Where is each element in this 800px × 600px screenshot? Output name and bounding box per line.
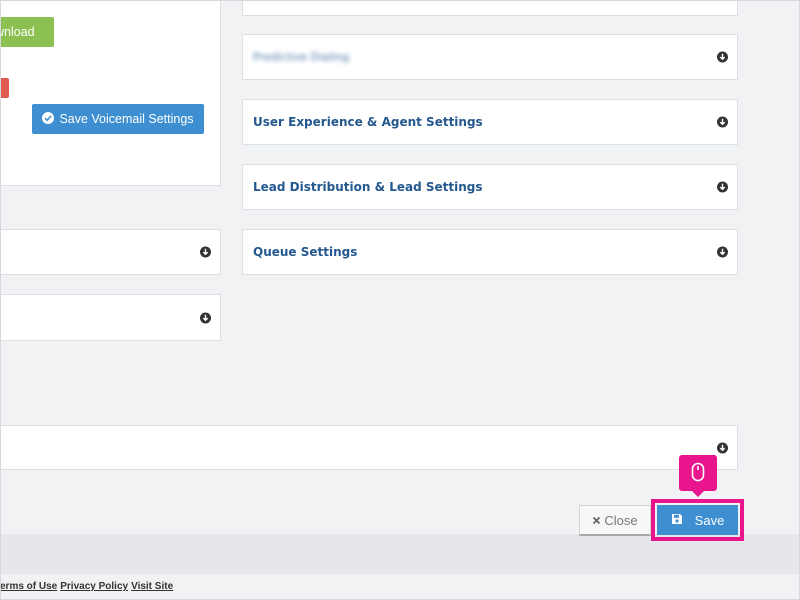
lead-distribution-panel[interactable]: Lead Distribution & Lead Settings (242, 164, 738, 210)
chevron-down-circle-icon[interactable] (717, 442, 728, 453)
left-collapsed-panel-1[interactable] (0, 229, 221, 275)
panel-title-blurred: Predictive Dialing (253, 50, 350, 64)
chevron-down-circle-icon[interactable] (717, 51, 728, 63)
floppy-disk-icon (671, 513, 683, 528)
privacy-link[interactable]: Privacy Policy (60, 581, 128, 592)
close-button[interactable]: Close (579, 505, 651, 536)
save-button[interactable]: Save (657, 505, 738, 535)
chevron-down-circle-icon[interactable] (717, 246, 728, 258)
download-button-label: wnload (0, 25, 35, 39)
save-voicemail-settings-button[interactable]: Save Voicemail Settings (32, 104, 204, 134)
check-circle-icon (42, 111, 55, 127)
save-button-label: Save (694, 512, 725, 528)
mouse-click-indicator (679, 455, 717, 497)
save-voicemail-settings-label: Save Voicemail Settings (59, 112, 194, 126)
panel-title: User Experience & Agent Settings (253, 115, 483, 129)
voicemail-settings-panel: wnload Save Voicemail Settings (0, 0, 221, 186)
chevron-down-circle-icon[interactable] (200, 246, 211, 258)
x-icon (592, 513, 601, 528)
left-collapsed-panel-2[interactable] (0, 294, 221, 341)
mouse-icon (691, 462, 705, 487)
chevron-down-circle-icon[interactable] (717, 116, 728, 128)
wide-collapsed-panel[interactable] (0, 425, 738, 470)
chevron-down-circle-icon[interactable] (717, 181, 728, 193)
close-button-label: Close (604, 512, 638, 528)
panel-title: Lead Distribution & Lead Settings (253, 180, 483, 194)
queue-settings-panel[interactable]: Queue Settings (242, 229, 738, 275)
footer-links: erms of Use Privacy Policy Visit Site (0, 581, 176, 592)
user-experience-panel[interactable]: User Experience & Agent Settings (242, 99, 738, 145)
download-button[interactable]: wnload (0, 17, 54, 47)
chevron-down-circle-icon[interactable] (200, 312, 211, 323)
predictive-dialing-panel[interactable]: Predictive Dialing (242, 34, 738, 80)
delete-button[interactable] (0, 78, 9, 98)
terms-link[interactable]: erms of Use (0, 581, 57, 592)
visit-site-link[interactable]: Visit Site (131, 581, 173, 592)
panel-title: Queue Settings (253, 245, 358, 259)
right-top-panel (242, 0, 738, 16)
